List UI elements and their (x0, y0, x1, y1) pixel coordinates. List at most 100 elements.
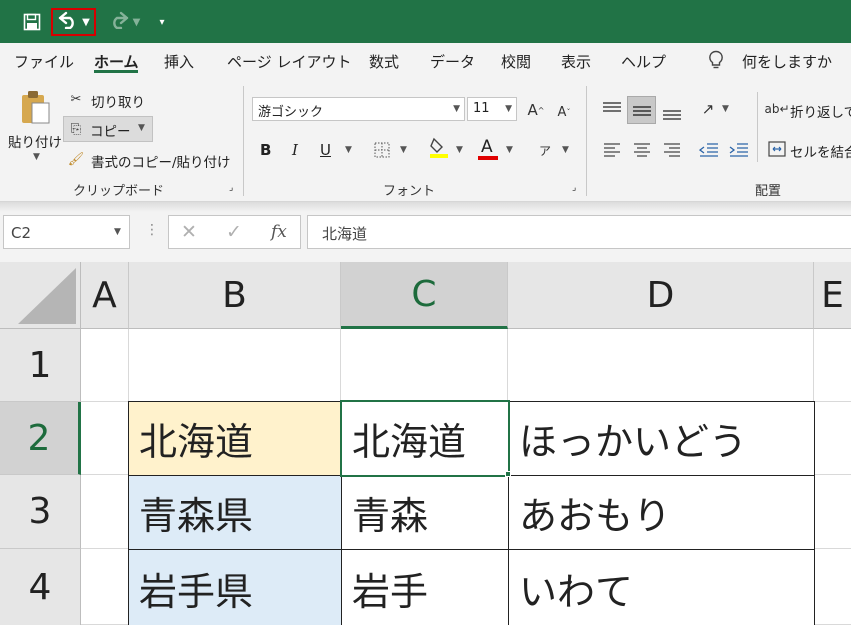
tab-view[interactable]: 表示 (561, 51, 591, 72)
select-all-button[interactable] (0, 262, 81, 329)
cell-e4[interactable] (814, 549, 851, 625)
row-header-1[interactable]: 1 (0, 329, 81, 402)
wrap-text-button[interactable]: 折り返して (790, 101, 851, 121)
cell-e3[interactable] (814, 475, 851, 549)
phonetic-guide-icon[interactable]: ア (536, 140, 554, 160)
column-header-a[interactable]: A (81, 262, 129, 329)
cell-c4[interactable]: 岩手 (341, 549, 509, 625)
cell-b2[interactable]: 北海道 (128, 401, 342, 476)
wrap-text-icon[interactable]: ab↵ (764, 99, 789, 119)
cell-a2[interactable] (81, 402, 129, 475)
italic-button[interactable]: I (292, 141, 298, 159)
dialog-launcher-icon[interactable]: ⌟ (229, 183, 233, 193)
align-bottom-icon[interactable] (660, 102, 684, 124)
format-painter-icon: 🖌 (67, 151, 85, 167)
format-painter-button[interactable]: 書式のコピー/貼り付け (91, 151, 231, 171)
copy-icon: ⎘ (70, 121, 82, 137)
merge-cells-icon[interactable] (767, 139, 787, 159)
cell-c3[interactable]: 青森 (341, 475, 509, 550)
cell-d3[interactable]: あおもり (508, 475, 815, 550)
cell-b4[interactable]: 岩手県 (128, 549, 342, 625)
underline-button[interactable]: U (320, 141, 331, 159)
chevron-down-icon[interactable]: ▼ (453, 104, 460, 114)
tab-formulas[interactable]: 数式 (369, 51, 399, 72)
cell-d4[interactable]: いわて (508, 549, 815, 625)
font-size-box[interactable]: 11 ▼ (467, 97, 517, 121)
customize-qat-icon[interactable]: ▾ (154, 8, 170, 36)
chevron-down-icon[interactable]: ▼ (456, 145, 463, 155)
align-left-icon[interactable] (600, 141, 624, 159)
cell-a3[interactable] (81, 475, 129, 549)
check-icon[interactable]: ✓ (226, 221, 242, 243)
cell-a4[interactable] (81, 549, 129, 625)
paste-icon[interactable] (18, 88, 52, 126)
name-box[interactable]: C2 ▼ (3, 215, 130, 249)
paste-button[interactable]: 貼り付け (8, 131, 62, 151)
tab-insert[interactable]: 挿入 (164, 51, 194, 72)
align-right-icon[interactable] (660, 141, 684, 159)
fill-color-icon[interactable] (428, 136, 450, 158)
scissors-icon: ✂ (70, 91, 82, 107)
align-center-icon[interactable] (630, 141, 654, 159)
tell-me-label[interactable]: 何をしますか (742, 51, 832, 72)
align-top-icon[interactable] (600, 98, 624, 120)
column-header-e[interactable]: E (814, 262, 851, 329)
undo-button[interactable]: ▼ (51, 8, 96, 36)
decrease-font-size-icon[interactable]: Aˇ (554, 102, 574, 122)
chevron-down-icon[interactable]: ▼ (400, 145, 407, 155)
cell-c1[interactable] (341, 329, 508, 402)
redo-button[interactable]: ▼ (104, 8, 144, 36)
formula-bar-resize-icon[interactable]: ⋮ (145, 222, 159, 238)
tab-review[interactable]: 校閲 (501, 51, 531, 72)
name-box-value: C2 (11, 224, 32, 242)
increase-indent-icon[interactable] (727, 141, 751, 159)
chevron-down-icon[interactable]: ▼ (506, 145, 513, 155)
cell-e2[interactable] (814, 402, 851, 475)
row-header-4[interactable]: 4 (0, 549, 81, 625)
row-header-3[interactable]: 3 (0, 475, 81, 549)
column-header-b[interactable]: B (129, 262, 341, 329)
borders-icon[interactable] (372, 140, 392, 160)
cell-b1[interactable] (129, 329, 341, 402)
bold-button[interactable]: B (260, 141, 271, 159)
tab-help[interactable]: ヘルプ (621, 51, 666, 72)
tab-data[interactable]: データ (430, 51, 475, 72)
cut-button[interactable]: 切り取り (91, 91, 145, 111)
tab-home[interactable]: ホーム (94, 51, 139, 72)
insert-function-button[interactable]: fx (271, 222, 287, 242)
cell-b3[interactable]: 青森県 (128, 475, 342, 550)
chevron-down-icon[interactable]: ▼ (138, 123, 145, 133)
decrease-indent-icon[interactable] (697, 141, 721, 159)
chevron-down-icon[interactable]: ▼ (82, 17, 90, 28)
cell-a1[interactable] (81, 329, 129, 402)
copy-button[interactable]: コピー (90, 120, 131, 140)
chevron-down-icon[interactable]: ▼ (33, 152, 40, 162)
tab-file[interactable]: ファイル (14, 51, 74, 72)
chevron-down-icon[interactable]: ▼ (345, 145, 352, 155)
chevron-down-icon[interactable]: ▼ (133, 17, 141, 28)
orientation-icon[interactable]: ↗ (697, 98, 719, 120)
row-header-2[interactable]: 2 (0, 402, 81, 475)
fill-handle[interactable] (505, 471, 511, 477)
merge-cells-button[interactable]: セルを結合 (790, 141, 851, 161)
column-header-d[interactable]: D (508, 262, 814, 329)
lightbulb-icon[interactable] (708, 50, 724, 74)
column-header-c[interactable]: C (341, 262, 508, 329)
save-icon[interactable] (18, 8, 46, 36)
cell-e1[interactable] (814, 329, 851, 402)
chevron-down-icon[interactable]: ▼ (722, 104, 729, 114)
cell-d1[interactable] (508, 329, 814, 402)
cancel-icon[interactable]: ✕ (181, 221, 197, 243)
dialog-launcher-icon[interactable]: ⌟ (572, 183, 576, 193)
chevron-down-icon[interactable]: ▼ (114, 227, 121, 237)
alignment-group-label: 配置 (755, 184, 782, 199)
chevron-down-icon[interactable]: ▼ (562, 145, 569, 155)
increase-font-size-icon[interactable]: A ^ (526, 100, 546, 120)
chevron-down-icon[interactable]: ▼ (505, 104, 512, 114)
formula-input[interactable]: 北海道 (307, 215, 851, 249)
tab-page-layout[interactable]: ページ レイアウト (227, 51, 351, 72)
cell-d2[interactable]: ほっかいどう (508, 401, 815, 476)
font-color-button[interactable]: A (481, 137, 493, 157)
font-size-value: 11 (473, 101, 490, 116)
font-name-box[interactable]: 游ゴシック ▼ (252, 97, 465, 121)
